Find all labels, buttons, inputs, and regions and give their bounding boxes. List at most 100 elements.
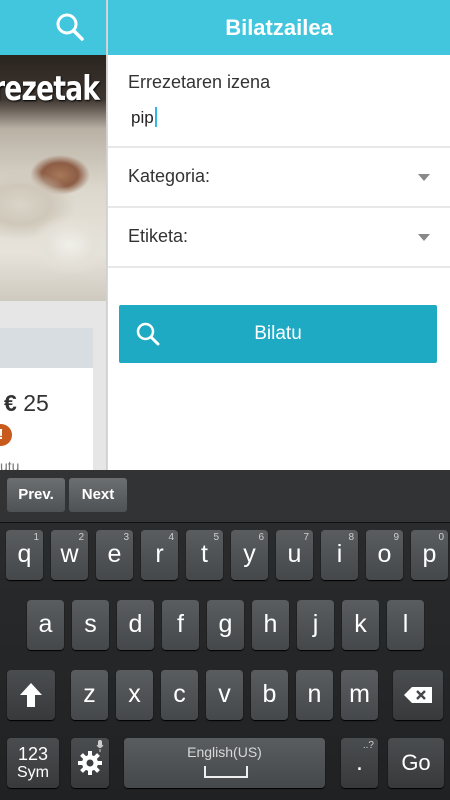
key-g[interactable]: g (207, 600, 244, 650)
currency-symbol: € (4, 390, 17, 416)
key-label: f (177, 610, 184, 638)
dropdown-arrow-icon (418, 234, 430, 241)
key-a[interactable]: a (27, 600, 64, 650)
price-value: 25 (23, 390, 49, 416)
key-k[interactable]: k (342, 600, 379, 650)
key-r[interactable]: 4r (141, 530, 178, 580)
space-key[interactable]: English(US) (124, 738, 325, 788)
key-label: n (307, 680, 322, 708)
key-j[interactable]: j (297, 600, 334, 650)
key-label: w (60, 540, 79, 568)
key-label: q (17, 540, 32, 568)
key-o[interactable]: 9o (366, 530, 403, 580)
key-d[interactable]: d (117, 600, 154, 650)
key-label: j (312, 610, 319, 638)
key-label: e (107, 540, 122, 568)
key-label: y (243, 540, 256, 568)
divider (108, 266, 450, 268)
key-e[interactable]: 3e (96, 530, 133, 580)
search-button-label: Bilatu (254, 323, 302, 344)
background-panel: rezetak € 25 ! utu (0, 0, 106, 470)
prev-key[interactable]: Prev. (7, 478, 65, 512)
backspace-icon (404, 687, 432, 703)
symbols-key[interactable]: 123 Sym (7, 738, 59, 788)
space-bar-icon (204, 766, 248, 778)
key-label: l (402, 610, 409, 638)
key-f[interactable]: f (162, 600, 199, 650)
recipe-banner-image[interactable]: rezetak (0, 55, 106, 301)
key-u[interactable]: 7u (276, 530, 313, 580)
recipe-card-header (0, 328, 93, 368)
key-label: u (287, 540, 302, 568)
period-key-label: . (356, 748, 363, 776)
keyboard-language: English(US) (187, 744, 262, 760)
key-t[interactable]: 5t (186, 530, 223, 580)
next-key[interactable]: Next (69, 478, 127, 512)
symbols-key-line2: Sym (17, 764, 49, 781)
period-key[interactable]: ..? . (341, 738, 378, 788)
key-s[interactable]: s (72, 600, 109, 650)
key-c[interactable]: c (161, 670, 198, 720)
microphone-icon (96, 740, 104, 752)
backspace-key[interactable] (393, 670, 443, 720)
search-panel: Bilatzailea Errezetaren izena pip Katego… (108, 0, 450, 470)
key-label: o (377, 540, 392, 568)
key-label: r (155, 540, 164, 568)
key-label: a (38, 610, 53, 638)
key-label: h (263, 610, 278, 638)
settings-key[interactable] (71, 738, 109, 788)
key-label: p (422, 540, 437, 568)
shift-arrow-icon (20, 683, 42, 707)
banner-title: rezetak (0, 69, 100, 109)
key-z[interactable]: z (71, 670, 108, 720)
dropdown-arrow-icon (418, 174, 430, 181)
background-header (0, 0, 106, 55)
key-q[interactable]: 1q (6, 530, 43, 580)
recipe-card[interactable]: € 25 ! utu (0, 328, 93, 470)
key-label: g (218, 610, 233, 638)
keyboard-nav-bar: Prev. Next (0, 470, 450, 523)
key-x[interactable]: x (116, 670, 153, 720)
text-caret (154, 107, 157, 127)
key-label: z (83, 680, 96, 708)
key-p[interactable]: 0p (411, 530, 448, 580)
gear-icon (78, 751, 102, 775)
soft-keyboard: Prev. Next 1q2w3e4r5t6y7u8i9o0p a s d f g h j k… (0, 470, 450, 800)
key-label: v (218, 680, 231, 708)
shift-key[interactable] (7, 670, 55, 720)
alert-badge: ! (0, 424, 12, 446)
key-h[interactable]: h (252, 600, 289, 650)
key-m[interactable]: m (341, 670, 378, 720)
recipe-name-input[interactable]: pip (128, 107, 431, 133)
key-w[interactable]: 2w (51, 530, 88, 580)
key-label: k (354, 610, 367, 638)
recipe-card-text: utu (0, 458, 20, 470)
key-label: d (128, 610, 143, 638)
tag-dropdown[interactable]: Etiketa: (108, 208, 450, 266)
tag-label: Etiketa: (128, 226, 189, 246)
search-icon[interactable] (54, 11, 86, 43)
key-label: s (84, 610, 97, 638)
key-v[interactable]: v (206, 670, 243, 720)
recipe-price: € 25 (4, 390, 49, 417)
key-label: i (336, 540, 343, 568)
page-title: Bilatzailea (225, 15, 333, 40)
go-key-label: Go (401, 750, 431, 775)
symbols-key-line1: 123 (17, 744, 49, 764)
category-dropdown[interactable]: Kategoria: (108, 148, 450, 206)
category-label: Kategoria: (128, 166, 211, 186)
key-label: t (201, 540, 208, 568)
key-n[interactable]: n (296, 670, 333, 720)
key-label: x (128, 680, 141, 708)
key-y[interactable]: 6y (231, 530, 268, 580)
key-b[interactable]: b (251, 670, 288, 720)
search-button[interactable]: Bilatu (119, 305, 437, 363)
search-header: Bilatzailea (108, 0, 450, 55)
key-label: m (349, 680, 370, 708)
key-label: c (173, 680, 186, 708)
key-l[interactable]: l (387, 600, 424, 650)
go-key[interactable]: Go (388, 738, 444, 788)
key-i[interactable]: 8i (321, 530, 358, 580)
recipe-name-value: pip (131, 108, 154, 127)
recipe-name-label: Errezetaren izena (128, 72, 271, 92)
